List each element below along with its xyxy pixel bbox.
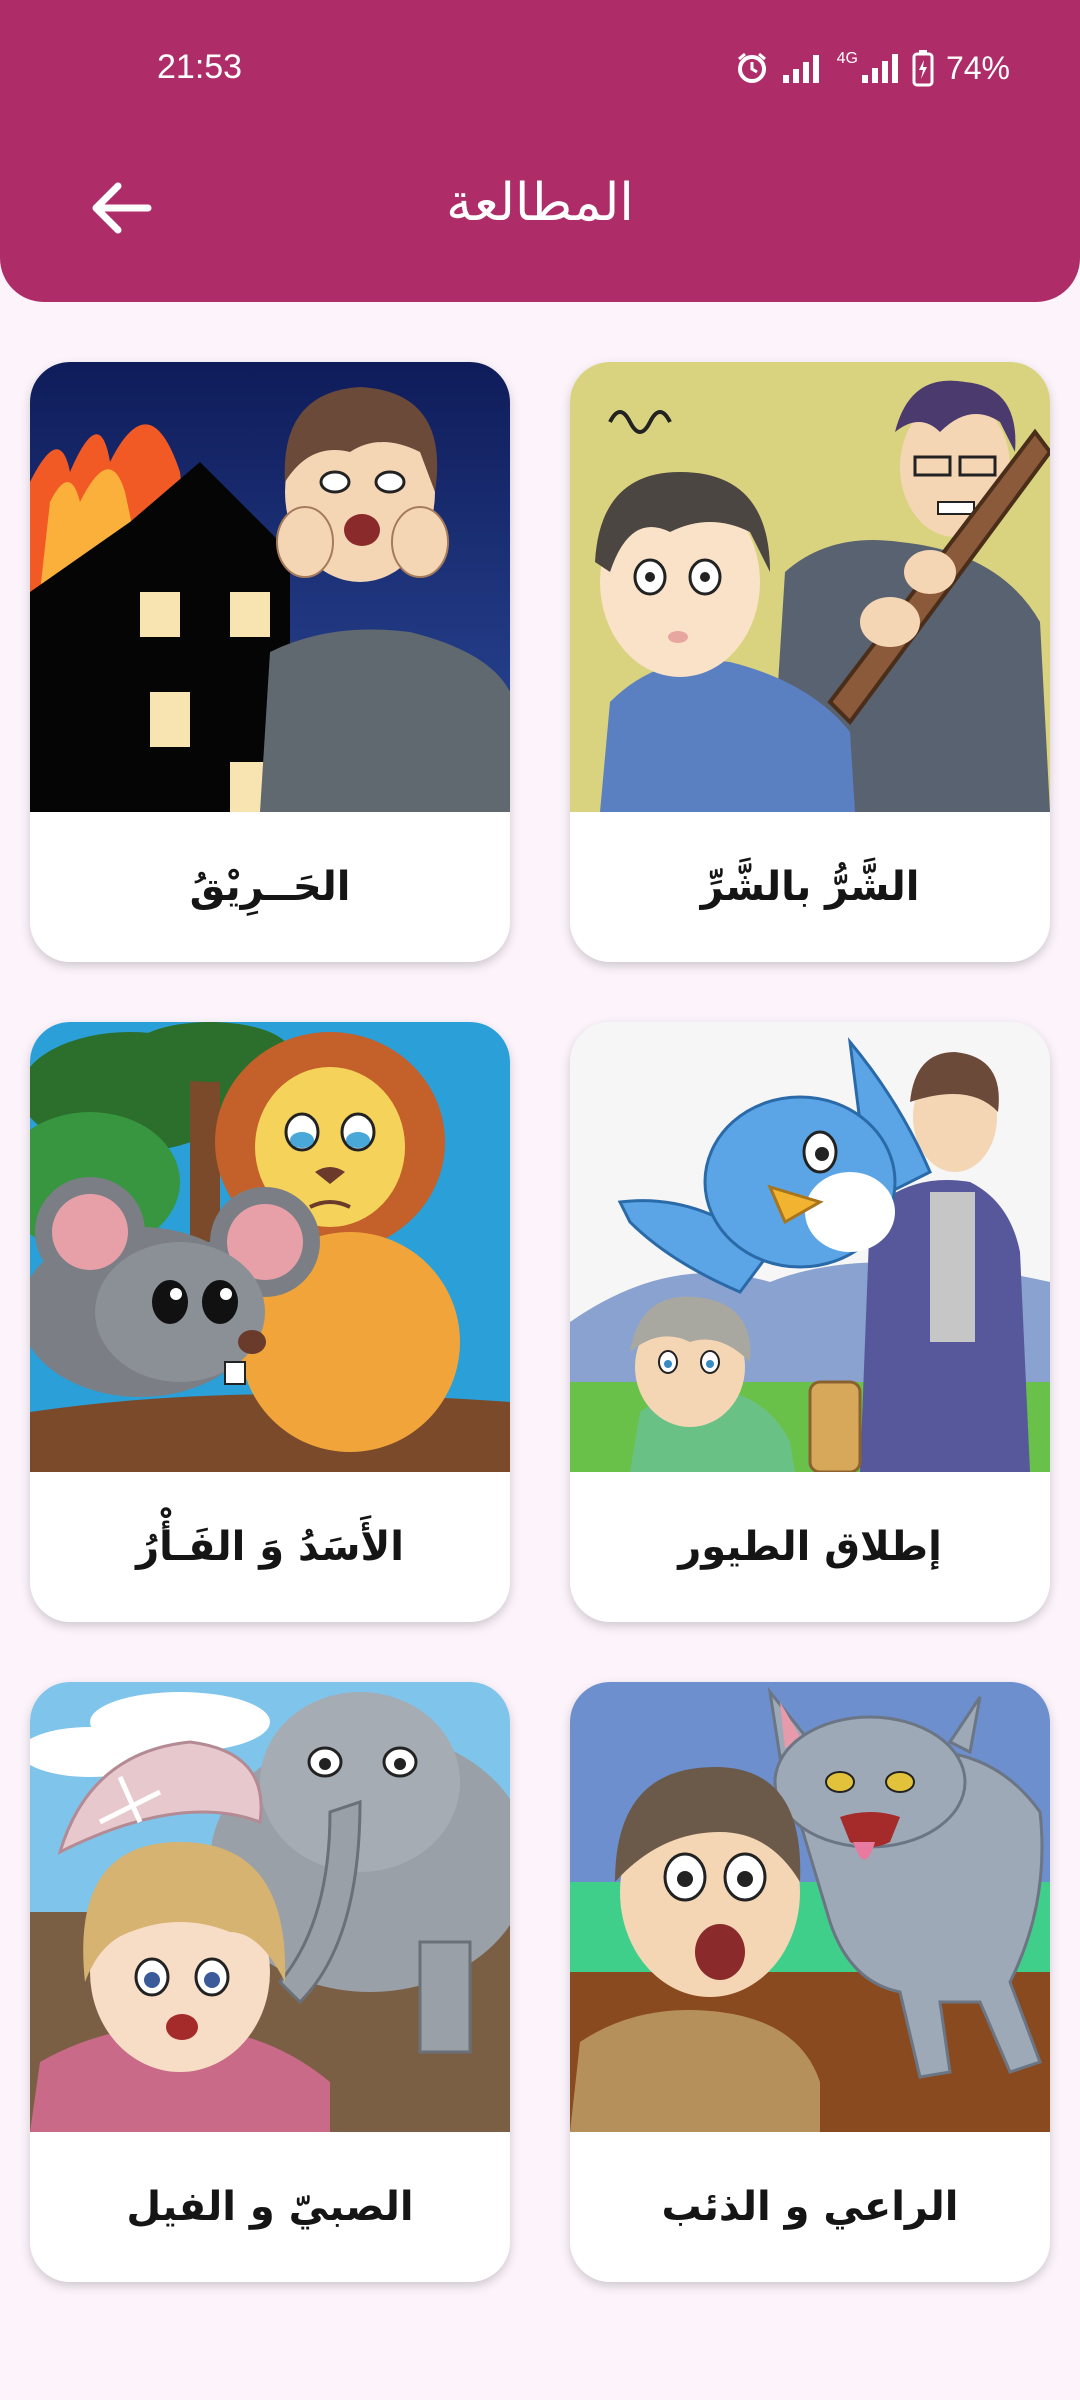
story-title: الحَــرِيْقُ — [189, 864, 351, 910]
story-image-burning-house — [30, 362, 510, 812]
story-card-evil-for-evil[interactable]: الشَّرُّ بالشَّرِّ — [570, 362, 1050, 962]
story-image-man-with-club — [570, 362, 1050, 812]
story-card-the-fire[interactable]: الحَــرِيْقُ — [30, 362, 510, 962]
story-title: الأَسَدُ وَ الفَـأْرُ — [136, 1524, 404, 1570]
story-image-girl-and-elephant — [30, 1682, 510, 2132]
story-image-wolf-and-boy — [570, 1682, 1050, 2132]
story-title: الشَّرُّ بالشَّرِّ — [700, 864, 920, 910]
story-image-lion-and-mouse — [30, 1022, 510, 1472]
story-card-shepherd-and-wolf[interactable]: الراعي و الذئب — [570, 1682, 1050, 2282]
stories-grid: الشَّرُّ بالشَّرِّ الحَــرِيْقُ إطلاق ال… — [0, 0, 1080, 2400]
story-card-boy-and-elephant[interactable]: الصبيّ و الفيل — [30, 1682, 510, 2282]
story-image-blue-bird — [570, 1022, 1050, 1472]
story-title: إطلاق الطيور — [678, 1524, 942, 1570]
story-card-lion-and-mouse[interactable]: الأَسَدُ وَ الفَـأْرُ — [30, 1022, 510, 1622]
story-title: الصبيّ و الفيل — [126, 2184, 414, 2230]
story-card-releasing-birds[interactable]: إطلاق الطيور — [570, 1022, 1050, 1622]
story-title: الراعي و الذئب — [661, 2184, 959, 2230]
